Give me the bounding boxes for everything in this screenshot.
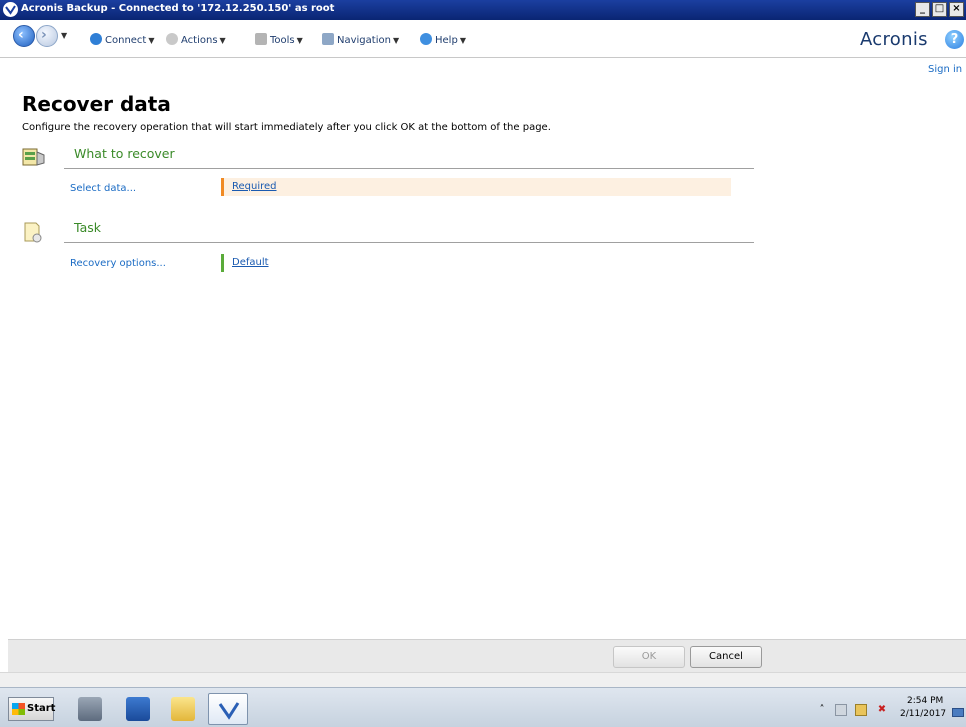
page-description: Configure the recovery operation that wi…	[22, 122, 551, 133]
powershell-icon	[126, 697, 150, 721]
forward-button[interactable]: ›	[36, 25, 58, 47]
chevron-down-icon: ▼	[296, 36, 303, 45]
connect-menu[interactable]: Connect ▼	[90, 33, 155, 46]
actions-menu-label: Actions	[181, 35, 218, 46]
chevron-down-icon: ▼	[459, 36, 466, 45]
clock-date[interactable]: 2/11/2017	[900, 709, 946, 719]
windows-logo-icon	[12, 703, 25, 715]
cancel-button[interactable]: Cancel	[690, 646, 762, 668]
recovery-options-value: Default	[221, 254, 321, 272]
tools-menu-label: Tools	[270, 35, 295, 46]
windows-taskbar: Start ˄ ✖ 2:54 PM 2/11/2017	[0, 687, 966, 727]
task-heading: Task	[74, 220, 101, 235]
window-title: Acronis Backup - Connected to '172.12.25…	[21, 3, 335, 14]
tools-icon	[255, 33, 267, 45]
page-title: Recover data	[22, 92, 171, 116]
network-tray-icon[interactable]	[835, 704, 847, 716]
window-title-bar: Acronis Backup - Connected to '172.12.25…	[0, 0, 966, 20]
show-desktop-icon[interactable]	[952, 708, 964, 717]
ok-button[interactable]: OK	[613, 646, 685, 668]
volume-muted-tray-icon[interactable]: ✖	[876, 704, 888, 716]
chevron-down-icon: ▼	[148, 36, 155, 45]
taskbar-powershell[interactable]	[118, 693, 158, 725]
chevron-down-icon: ▼	[392, 36, 400, 45]
globe-icon	[90, 33, 102, 45]
acronis-icon	[217, 698, 241, 722]
maximize-button[interactable]: □	[932, 2, 947, 17]
taskbar-acronis[interactable]	[208, 693, 248, 725]
taskbar-explorer[interactable]	[163, 693, 203, 725]
select-data-link[interactable]: Select data...	[70, 183, 136, 194]
sign-in-link[interactable]: Sign in	[928, 64, 962, 75]
history-dropdown-icon[interactable]: ▼	[61, 31, 67, 40]
help-menu-label: Help	[435, 35, 458, 46]
help-menu[interactable]: Help ▼	[420, 33, 466, 46]
server-manager-icon	[78, 697, 102, 721]
help-button[interactable]: ?	[945, 30, 964, 49]
archive-icon	[22, 146, 46, 168]
select-data-value: Required	[221, 178, 731, 196]
arrow-right-icon: ›	[41, 27, 47, 43]
chevron-down-icon: ▼	[219, 36, 226, 45]
tray-expand-icon[interactable]: ˄	[816, 704, 828, 716]
arrow-left-icon: ‹	[18, 27, 24, 43]
task-icon	[22, 220, 46, 243]
dialog-footer: OK Cancel	[8, 639, 966, 672]
close-button[interactable]: ×	[949, 2, 964, 17]
status-bar	[0, 672, 966, 687]
help-icon	[420, 33, 432, 45]
connect-menu-label: Connect	[105, 35, 147, 46]
navigation-icon	[322, 33, 334, 45]
section-divider	[64, 242, 754, 243]
what-to-recover-heading: What to recover	[74, 146, 175, 161]
required-status-marker	[221, 178, 224, 196]
clock-time[interactable]: 2:54 PM	[907, 696, 943, 706]
back-button[interactable]: ‹	[13, 25, 35, 47]
flag-tray-icon[interactable]	[855, 704, 867, 716]
gears-icon	[166, 33, 178, 45]
navigation-menu-label: Navigation	[337, 35, 391, 46]
acronis-app-icon	[3, 2, 18, 17]
default-link[interactable]: Default	[232, 257, 269, 268]
navigation-menu[interactable]: Navigation ▼	[322, 33, 399, 46]
minimize-button[interactable]: _	[915, 2, 930, 17]
taskbar-server-manager[interactable]	[70, 693, 110, 725]
actions-menu[interactable]: Actions ▼	[166, 33, 226, 46]
tools-menu[interactable]: Tools ▼	[255, 33, 303, 46]
default-status-marker	[221, 254, 224, 272]
explorer-icon	[171, 697, 195, 721]
start-label: Start	[27, 703, 56, 714]
main-toolbar: ‹ › ▼ Connect ▼ Actions ▼ Tools ▼ Navigatio…	[0, 20, 966, 58]
section-divider	[64, 168, 754, 169]
required-link[interactable]: Required	[232, 181, 277, 192]
acronis-logo: Acronis	[860, 29, 928, 50]
start-button[interactable]: Start	[8, 697, 56, 721]
recovery-options-link[interactable]: Recovery options...	[70, 258, 166, 269]
